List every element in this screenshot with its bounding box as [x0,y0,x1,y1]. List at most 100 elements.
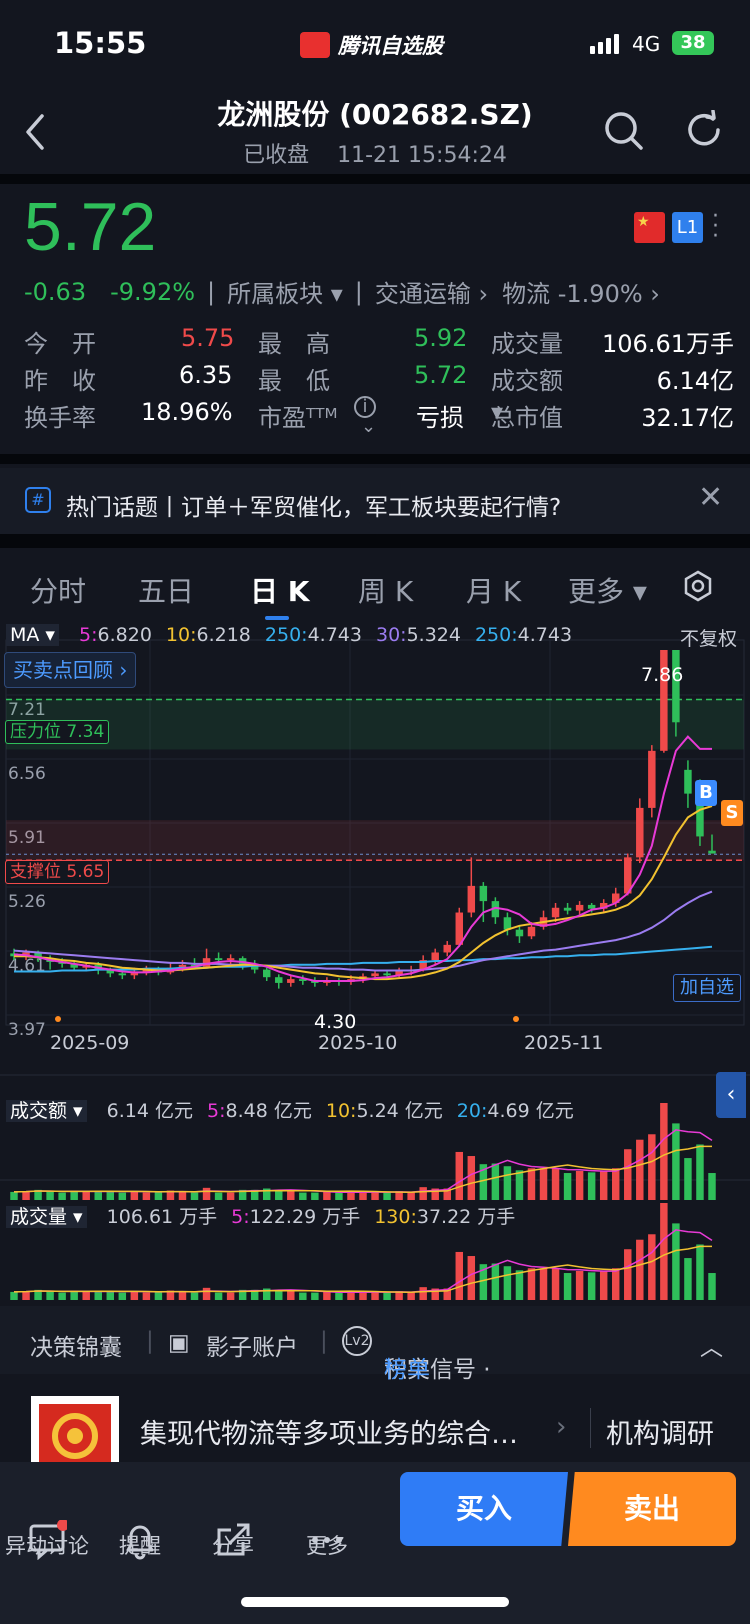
volume-bar [130,1291,139,1300]
y-tick-label: 6.56 [8,764,46,784]
amount-bar [106,1191,115,1200]
collapse-chevron-icon[interactable]: ︿ [700,1328,723,1362]
nav-more[interactable]: 更多 [282,1530,372,1560]
candle-body [527,926,536,937]
tab-weekly-k[interactable]: 周 K [358,570,413,610]
institution-research-link[interactable]: 机构调研 [606,1412,714,1451]
nav-share[interactable]: 分享 [188,1523,278,1560]
trade-review-button[interactable]: 买卖点回顾 › [4,652,137,688]
prev-close-value: 6.35 [179,361,233,389]
pressure-level-label: 压力位 7.34 [5,720,110,744]
volume-bar [359,1291,367,1300]
amount-items: 6.14 亿元 5:8.48 亿元 10:5.24 亿元 20:4.69 亿元 [93,1100,574,1122]
shadow-account-icon: ▣ [168,1330,190,1356]
company-summary: 集现代物流等多项业务的综合… [140,1419,518,1450]
refresh-icon[interactable] [685,110,725,150]
ma-legend-key: 250: [474,624,518,646]
app-logo-icon [300,32,330,58]
amount-bar [587,1172,596,1200]
ma-legend-key: 10: [165,624,197,646]
decision-kit-link[interactable]: 决策锦囊 [30,1328,122,1362]
mktcap-dropdown[interactable]: 总市值 ▾ [491,398,563,432]
ma-legend-item: 30:5.324 [376,624,461,646]
concept-link[interactable]: 物流 -1.90% › [502,274,660,309]
candle-body [575,904,584,911]
amount-bar [178,1191,187,1200]
volume-dropdown[interactable]: 成交量 ▾ [6,1206,87,1228]
ma-dropdown[interactable]: MA ▾ [6,624,59,646]
banner-text: 热门话题丨订单＋军贸催化，军工板块要起行情? [66,495,562,521]
amount-bar [371,1191,379,1200]
divider [0,534,750,548]
more-options-icon[interactable]: · · · [712,206,719,248]
change-row: -0.63 -9.92% | 所属板块 ▾ | 交通运输 › 物流 -1.90%… [24,274,660,309]
tab-monthly-k[interactable]: 月 K [466,570,521,610]
settings-icon[interactable] [682,570,714,602]
close-icon[interactable]: ✕ [698,480,723,515]
ma-legend-key: 30: [375,624,407,646]
amount-bar [347,1191,355,1200]
search-icon[interactable] [603,110,645,152]
sell-button[interactable]: 卖出 [568,1472,736,1546]
shadow-account-link[interactable]: 影子账户 [206,1328,298,1362]
tab-five-day[interactable]: 五日 [138,570,194,610]
sector-label: 所属板块 [227,280,324,308]
price-change-pct: -9.92% [110,277,196,306]
hot-topic-banner[interactable]: # 热门话题丨订单＋军贸催化，军工板块要起行情? ✕ [0,468,750,534]
sector-dropdown[interactable]: 所属板块 ▾ [227,274,343,309]
news-divider [590,1408,591,1448]
volume-bar [178,1291,187,1300]
amount-bar [299,1192,307,1200]
news-row[interactable]: 集现代物流等多项业务的综合… › 机构调研 [0,1384,750,1476]
amount-bar [648,1134,656,1200]
candle-body [479,885,488,902]
x-tick-label: 2025-11 [524,1032,603,1054]
volume-bar [154,1291,163,1300]
amount-bar [130,1191,139,1200]
nav-discussion[interactable]: 异动讨论 [2,1520,92,1560]
feature-bar: 决策锦囊 | ▣ 影子账户 | Lv2 积突信号 · 榜单 › ︿ [0,1306,750,1383]
buy-button[interactable]: 买入 [400,1472,568,1546]
buy-point-marker[interactable]: B [695,780,717,806]
amount-bar [708,1173,716,1200]
discussion-icon [29,1520,67,1560]
amount-bar [118,1192,127,1200]
amount-legend-item: 6.14 亿元 [107,1100,193,1122]
candle-body [431,952,439,961]
tab-daily-k[interactable]: 日 K [250,570,309,610]
expand-panel-icon[interactable]: ‹ [716,1072,746,1118]
volume-legend-item: 5:122.29 万手 [231,1206,360,1228]
expand-chevron-icon[interactable]: ⌄ [361,416,376,437]
volume-bar [202,1287,211,1300]
ma-legend-value: 4.743 [307,624,362,646]
tab-intraday[interactable]: 分时 [30,570,86,610]
amount-dropdown[interactable]: 成交额 ▾ [6,1100,87,1122]
info-icon[interactable]: i [354,396,376,418]
share-icon [217,1523,250,1556]
volume-label: 成交量 [491,330,563,358]
sell-point-marker[interactable]: S [721,800,743,826]
amount-bar [515,1170,524,1200]
volume-bar [275,1289,283,1300]
amount-bar [660,1103,668,1200]
amount-bar [419,1187,427,1200]
amount-bar [455,1151,464,1200]
volume-bar [551,1268,560,1300]
mktcap-value: 32.17亿 [641,404,734,432]
tab-more[interactable]: 更多 ▾ [568,570,647,610]
candle-body [515,929,524,937]
volume-legend-key: 5: [231,1206,250,1228]
add-watchlist-button[interactable]: 加自选 [673,974,741,1002]
lv2-icon: Lv2 [342,1326,372,1356]
volume-bar [311,1292,319,1300]
open-label: 今 开 [24,330,96,358]
nav-alert[interactable]: 提醒 [95,1525,185,1560]
battery-icon: 38 [672,31,714,55]
home-indicator [241,1597,509,1607]
industry-link[interactable]: 交通运输 › [375,274,488,309]
level-badge[interactable]: L1 [672,212,703,243]
adjust-mode[interactable]: 不复权 [680,624,737,651]
concept-label: 物流 -1.90% [502,280,643,308]
stock-detail-page: 15:55 腾讯自选股 4G 38 龙洲股份 (002682.SZ) 已收盘 1… [0,0,750,1624]
y-tick-label: 3.97 [8,1020,46,1040]
